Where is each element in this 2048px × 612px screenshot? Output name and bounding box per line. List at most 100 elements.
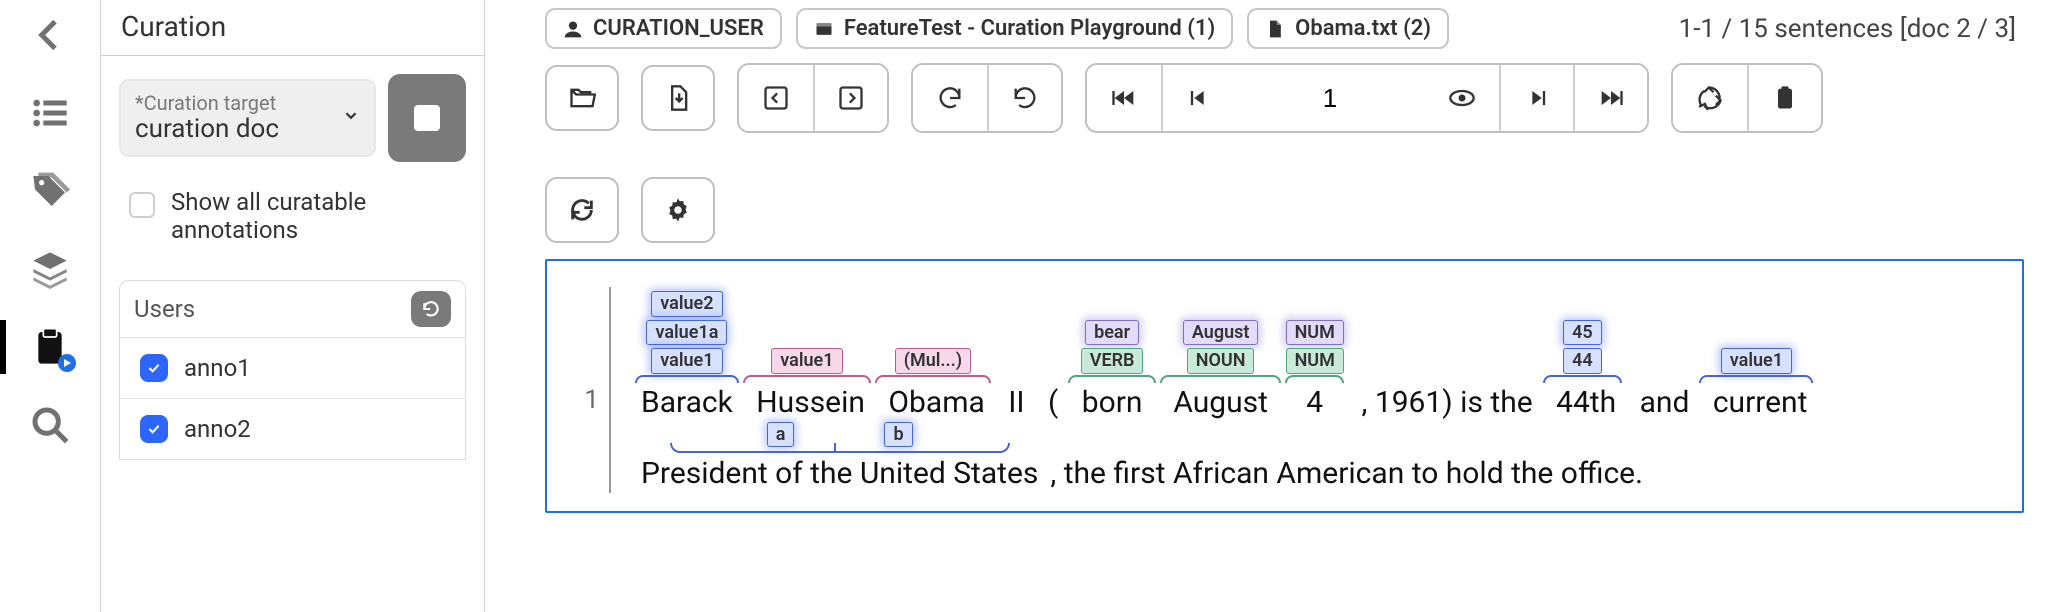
curation-target-label: *Curation target [135, 91, 360, 115]
users-panel: Users anno1 anno2 [119, 280, 466, 460]
breadcrumb-file[interactable]: Obama.txt (2) [1247, 8, 1449, 49]
token-text[interactable]: Barack [635, 385, 739, 422]
annotation-tag[interactable]: value1 [651, 348, 722, 374]
script-next-button[interactable] [813, 65, 887, 131]
redo-button[interactable] [987, 65, 1061, 131]
token[interactable]: NUMNUM 4 [1285, 320, 1344, 422]
token-text[interactable]: born [1068, 385, 1156, 422]
token-text[interactable]: , the first African American to hold the… [1044, 456, 1649, 493]
annotation-tag[interactable]: NOUN [1187, 348, 1255, 374]
layers-icon[interactable] [22, 248, 78, 290]
settings-button[interactable] [641, 177, 715, 243]
annotation-tag[interactable]: a [767, 422, 795, 448]
stop-button[interactable] [388, 74, 466, 162]
back-icon[interactable] [22, 14, 78, 56]
user-name: anno2 [184, 415, 251, 443]
annotation-tag[interactable]: (Mul...) [895, 348, 971, 374]
user-row[interactable]: anno1 [120, 338, 465, 399]
annotation-tag[interactable]: VERB [1081, 348, 1144, 374]
breadcrumb-project-label: FeatureTest - Curation Playground (1) [844, 16, 1215, 41]
first-page-button[interactable] [1087, 65, 1161, 131]
clipboard-button[interactable] [1747, 65, 1821, 131]
curation-target-select[interactable]: *Curation target curation doc [119, 79, 376, 158]
annotation-tag[interactable]: b [884, 422, 912, 448]
breadcrumb-user[interactable]: CURATION_USER [545, 8, 782, 49]
token[interactable]: value1 current [1699, 348, 1813, 422]
token-text[interactable]: and [1626, 385, 1695, 422]
last-page-button[interactable] [1573, 65, 1647, 131]
annotation-tag[interactable]: value1 [771, 348, 842, 374]
annotation-tag[interactable]: August [1183, 320, 1259, 346]
token-text[interactable]: , 1961) is the [1348, 385, 1539, 422]
export-button[interactable] [641, 65, 715, 131]
curation-panel: Curation *Curation target curation doc S… [100, 0, 485, 612]
token[interactable]: , 1961) is the [1348, 383, 1539, 422]
annotation-tag[interactable]: value1a [646, 320, 727, 346]
token-text[interactable]: current [1699, 385, 1813, 422]
page-input[interactable] [1235, 65, 1425, 131]
annotation-tag[interactable]: value1 [1721, 348, 1792, 374]
script-prev-button[interactable] [739, 65, 813, 131]
token-text[interactable]: 44th [1543, 385, 1623, 422]
annotation-arc [875, 375, 991, 383]
user-checkbox[interactable] [140, 415, 168, 443]
reload-button[interactable] [545, 177, 619, 243]
token[interactable]: 4544 44th [1543, 320, 1623, 422]
user-checkbox[interactable] [140, 354, 168, 382]
annotation-arc [1699, 375, 1813, 383]
annotation-arc [743, 375, 871, 383]
next-page-button[interactable] [1499, 65, 1573, 131]
prev-page-button[interactable] [1161, 65, 1235, 131]
stop-icon [414, 105, 440, 131]
breadcrumb-project[interactable]: FeatureTest - Curation Playground (1) [796, 8, 1233, 49]
tags-icon[interactable] [22, 170, 78, 212]
breadcrumb-user-label: CURATION_USER [593, 16, 764, 41]
chevron-down-icon [342, 107, 360, 130]
annotation-tag[interactable]: 44 [1563, 348, 1602, 374]
annotation-arc [635, 375, 739, 383]
annotation-canvas[interactable]: 1 value2value1avalue1Barackvalue1 Hussei… [545, 259, 2024, 513]
annotation-tag[interactable]: value2 [651, 291, 722, 317]
token-text[interactable]: ( [1035, 385, 1065, 422]
gutter: 1 [569, 287, 611, 493]
recycle-button[interactable] [1673, 65, 1747, 131]
annotation-arc [1285, 375, 1344, 383]
token[interactable]: (Mul...) Obama [875, 348, 991, 422]
token[interactable]: value1 Hussein [743, 348, 871, 422]
annotation-tag[interactable]: NUM [1286, 348, 1344, 374]
show-all-label: Show all curatable annotations [171, 188, 466, 244]
pagination-status: 1-1 / 15 sentences [doc 2 / 3] [1679, 14, 2024, 44]
token[interactable]: bearVERB born [1068, 320, 1156, 422]
annotation-arc [1160, 375, 1282, 383]
annotation-arc [1068, 375, 1156, 383]
users-title: Users [134, 295, 195, 323]
token[interactable]: II [995, 383, 1031, 422]
annotation-arc [1543, 375, 1623, 383]
line-2: a b President of the United States , the… [635, 422, 2000, 494]
token-text[interactable]: 4 [1285, 385, 1344, 422]
token-text[interactable]: President of the United States [635, 456, 1044, 493]
focus-button[interactable] [1425, 65, 1499, 131]
play-badge-icon [58, 354, 76, 372]
list-icon[interactable] [22, 92, 78, 134]
token[interactable]: value2 value1avalue1 Barack [635, 291, 739, 422]
annotation-tag[interactable]: 45 [1563, 320, 1602, 346]
refresh-users-button[interactable] [411, 291, 451, 327]
token[interactable]: AugustNOUN August [1160, 320, 1282, 422]
token-text[interactable]: II [995, 385, 1031, 422]
token-text[interactable]: Hussein [743, 385, 871, 422]
undo-button[interactable] [913, 65, 987, 131]
annotation-tag[interactable]: bear [1085, 320, 1139, 346]
token-text[interactable]: August [1160, 385, 1282, 422]
token-text[interactable]: Obama [875, 385, 991, 422]
token[interactable]: ( [1035, 383, 1065, 422]
annotation-tag[interactable]: NUM [1286, 320, 1344, 346]
search-icon[interactable] [22, 404, 78, 446]
token[interactable]: and [1626, 383, 1695, 422]
clipboard-icon[interactable] [22, 326, 78, 368]
user-name: anno1 [184, 354, 251, 382]
user-row[interactable]: anno2 [120, 399, 465, 459]
nav-rail [0, 0, 100, 612]
open-button[interactable] [545, 65, 619, 131]
show-all-checkbox[interactable] [129, 192, 155, 218]
